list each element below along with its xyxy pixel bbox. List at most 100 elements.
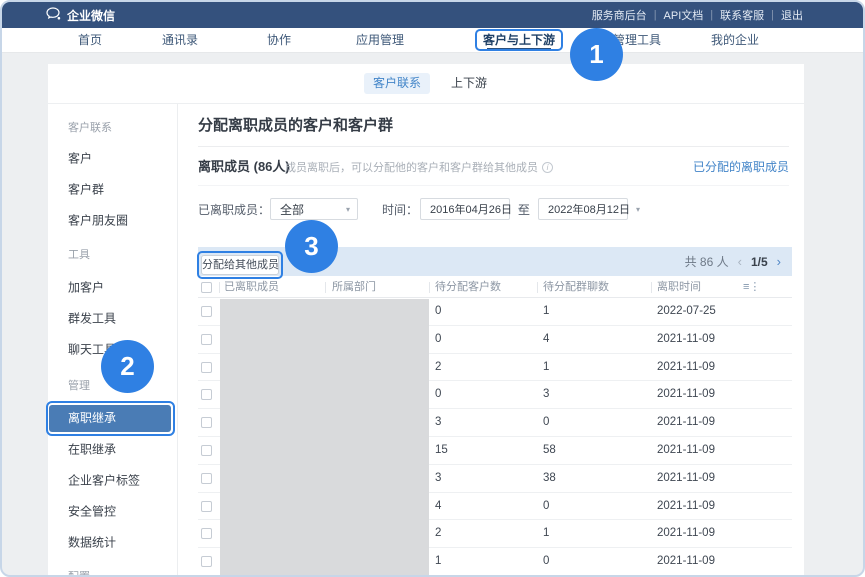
cell-pending-customers: 3 [435,465,441,493]
subtab-strip: 客户联系 上下游 [48,64,804,103]
sidebar-item[interactable]: 群发工具 [68,310,116,327]
row-checkbox[interactable] [201,528,212,539]
sidebar-group-header: 管理 [68,377,90,393]
sidebar-item[interactable]: 数据统计 [68,534,116,551]
row-checkbox[interactable] [201,417,212,428]
member-filter-value: 全部 [280,201,304,218]
nav-item[interactable]: 应用管理 [356,28,404,53]
info-icon[interactable]: i [542,162,553,173]
cell-pending-groups: 4 [543,326,549,354]
cell-pending-groups: 1 [543,520,549,548]
cell-leave-date: 2021-11-09 [657,493,715,521]
cell-pending-groups: 1 [543,298,549,326]
row-checkbox[interactable] [201,556,212,567]
total-count: 共 86 人 [685,253,729,270]
row-checkbox[interactable] [201,445,212,456]
row-checkbox[interactable] [201,501,212,512]
sidebar-item[interactable]: 企业客户标签 [68,472,140,489]
cell-leave-date: 2021-11-09 [657,548,715,576]
page-title: 分配离职成员的客户和客户群 [198,114,393,135]
cell-pending-customers: 2 [435,520,441,548]
nav-item[interactable]: 首页 [78,28,102,53]
sidebar-item-resignation-inheritance[interactable]: 离职继承 [49,405,171,432]
row-checkbox[interactable] [201,334,212,345]
col-member: 已离职成员 [224,277,279,298]
header-divider [651,282,652,293]
col-pending-groups: 待分配群聊数 [543,277,609,298]
section-description-text: 成员离职后，可以分配他的客户和客户群给其他成员 [285,159,538,175]
sidebar-group-header: 工具 [68,246,90,262]
cell-pending-customers: 4 [435,493,441,521]
divider [198,185,789,186]
wecom-admin-window: 企业微信 服务商后台|API文档|联系客服|退出 首页通讯录协作应用管理客户与上… [0,0,865,577]
cell-leave-date: 2021-11-09 [657,326,715,354]
date-to-select[interactable]: 2022年08月12日 ▾ [538,198,628,220]
topbar-link[interactable]: 服务商后台 [592,7,647,23]
topbar-link[interactable]: 联系客服 [720,7,764,23]
section-title: 离职成员 (86人) [198,156,290,175]
content-panel: 分配离职成员的客户和客户群 离职成员 (86人) 成员离职后，可以分配他的客户和… [178,104,804,575]
nav-item[interactable]: 通讯录 [162,28,198,53]
row-checkbox[interactable] [201,389,212,400]
assigned-members-link[interactable]: 已分配的离职成员 [693,158,789,175]
brand: 企业微信 [46,2,115,28]
cell-pending-customers: 1 [435,548,441,576]
annotation-step-2: 2 [101,340,154,393]
cell-pending-groups: 0 [543,409,549,437]
row-checkbox[interactable] [201,473,212,484]
brand-title: 企业微信 [67,7,115,24]
prev-page-icon[interactable]: ‹ [738,254,742,269]
page-indicator: 1/5 [751,255,768,269]
date-to-value: 2022年08月12日 [548,201,630,217]
cell-pending-groups: 58 [543,437,556,465]
annotation-step-1: 1 [570,28,623,81]
tab-customer-contact[interactable]: 客户联系 [364,73,430,94]
header-divider [325,282,326,293]
nav-item[interactable]: 我的企业 [711,28,759,53]
cell-leave-date: 2021-11-09 [657,520,715,548]
annotation-step-3: 3 [285,220,338,273]
divider [198,146,789,147]
cell-pending-customers: 0 [435,298,441,326]
topbar-link-separator: | [710,9,713,21]
sidebar-group-header: 客户联系 [68,119,112,135]
top-bar: 企业微信 服务商后台|API文档|联系客服|退出 [2,2,863,28]
cell-leave-date: 2021-11-09 [657,409,715,437]
sidebar-item[interactable]: 客户 [68,150,92,167]
tab-upstream-downstream[interactable]: 上下游 [442,73,496,94]
col-department: 所属部门 [332,277,376,298]
sidebar-item[interactable]: 客户群 [68,181,104,198]
select-all-checkbox[interactable] [201,282,212,293]
row-checkbox[interactable] [201,362,212,373]
cell-pending-groups: 3 [543,381,549,409]
section-description: 成员离职后，可以分配他的客户和客户群给其他成员 i [285,159,553,175]
next-page-icon[interactable]: › [777,254,781,269]
topbar-link[interactable]: API文档 [664,7,704,23]
column-settings-icon[interactable]: ≡⋮ [743,277,760,298]
cell-pending-groups: 1 [543,354,549,382]
filter-row: 已离职成员： 全部 ▾ 时间： 2016年04月26日 ▾ 至 2022年08月… [198,198,628,220]
cell-pending-groups: 38 [543,465,556,493]
assign-to-others-button[interactable]: 分配给其他成员 [201,255,279,275]
member-filter-select[interactable]: 全部 ▾ [270,198,358,220]
sidebar-group-header: 配置 [68,568,90,577]
redacted-names-block [220,299,429,576]
nav-item[interactable]: 协作 [267,28,291,53]
col-pending-customers: 待分配客户数 [435,277,501,298]
cell-pending-customers: 0 [435,381,441,409]
chevron-down-icon: ▾ [636,205,640,214]
main-nav: 首页通讯录协作应用管理客户与上下游管理工具我的企业 [2,28,863,53]
header-divider [429,282,430,293]
sidebar-item[interactable]: 加客户 [68,279,104,296]
topbar-link-separator: | [654,9,657,21]
date-from-select[interactable]: 2016年04月26日 ▾ [420,198,510,220]
date-from-value: 2016年04月26日 [430,201,512,217]
header-divider [537,282,538,293]
sidebar-item[interactable]: 安全管控 [68,503,116,520]
cell-leave-date: 2021-11-09 [657,437,715,465]
topbar-link[interactable]: 退出 [781,7,803,23]
cell-leave-date: 2021-11-09 [657,354,715,382]
sidebar-item[interactable]: 在职继承 [68,441,116,458]
sidebar-item[interactable]: 客户朋友圈 [68,212,128,229]
row-checkbox[interactable] [201,306,212,317]
